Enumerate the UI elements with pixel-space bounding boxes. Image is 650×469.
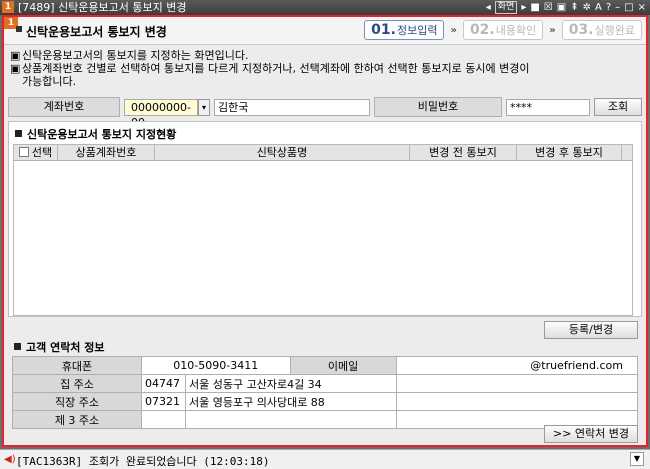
customer-name-field: 김한국 bbox=[214, 99, 370, 116]
notice-line: 상품계좌번호 건별로 선택하여 통보지를 다르게 지정하거나, 선택계좌에 한하… bbox=[22, 62, 530, 75]
notice-line: 신탁운용보고서의 통보지를 지정하는 화면입니다. bbox=[22, 49, 249, 62]
status-message: [TAC1363R] 조회가 완료되었습니다 (12:03:18) bbox=[16, 455, 270, 468]
step-content-confirm: 02. 내용확인 bbox=[462, 20, 544, 40]
col-after-header: 변경 후 통보지 bbox=[517, 145, 622, 160]
account-number-input[interactable]: 00000000-00 bbox=[124, 99, 198, 129]
col-select-header[interactable]: 선택 bbox=[14, 145, 58, 160]
grid-header: 선택 상품계좌번호 신탁상품명 변경 전 통보지 변경 후 통보지 bbox=[14, 145, 632, 161]
mobile-value: 010-5090-3411 bbox=[141, 356, 291, 375]
third-address bbox=[185, 410, 397, 429]
speaker-icon: ◀) bbox=[4, 454, 16, 465]
work-address-label: 직장 주소 bbox=[12, 392, 142, 411]
step-execute-complete: 03. 실행완료 bbox=[561, 20, 642, 40]
password-input[interactable]: **** bbox=[506, 99, 590, 116]
notice-line: 가능합니다. bbox=[22, 75, 77, 88]
bullet-icon: ▣ bbox=[10, 62, 21, 75]
inquiry-button[interactable]: 조회 bbox=[594, 98, 642, 116]
excel-icon[interactable]: ☒ bbox=[544, 1, 553, 14]
page-title: 신탁운용보고서 통보지 변경 bbox=[26, 25, 167, 39]
status-bar: ◀) [TAC1363R] 조회가 완료되었습니다 (12:03:18) ▼ bbox=[0, 449, 650, 469]
window-title: [7489] 신탁운용보고서 통보지 변경 bbox=[18, 1, 187, 14]
section-square-icon bbox=[14, 343, 21, 350]
next-window-icon[interactable]: ▸ bbox=[521, 1, 526, 14]
notice-box: ▣ 신탁운용보고서의 통보지를 지정하는 화면입니다. ▣ 상품계좌번호 건별로 선… bbox=[10, 49, 640, 88]
window-titlebar: 1 [7489] 신탁운용보고서 통보지 변경 ◂ 화면 ▸ ■ ☒ ▣ ⇞ ✲… bbox=[0, 0, 650, 15]
account-dropdown-icon[interactable]: ▾ bbox=[198, 99, 210, 116]
step-info-input: 01. 정보입력 bbox=[364, 20, 445, 40]
account-row: 계좌번호 00000000-00 ▾ 김한국 비밀번호 **** 조회 bbox=[8, 97, 642, 129]
help-icon[interactable]: ? bbox=[606, 1, 611, 14]
password-label: 비밀번호 bbox=[374, 97, 502, 117]
section-title-contact: 고객 연락처 정보 bbox=[14, 339, 105, 355]
email-label: 이메일 bbox=[289, 356, 397, 375]
col-product-header: 신탁상품명 bbox=[155, 145, 410, 160]
main-panel: 1 신탁운용보고서 통보지 변경 01. 정보입력 » 02. 내용확인 » 0… bbox=[2, 15, 648, 447]
window-controls: ◂ 화면 ▸ ■ ☒ ▣ ⇞ ✲ A ? – □ × bbox=[486, 1, 646, 14]
work-zip: 07321 bbox=[141, 392, 186, 411]
bullet-icon: ▣ bbox=[10, 49, 21, 62]
account-number-label: 계좌번호 bbox=[8, 97, 120, 117]
col-account-header: 상품계좌번호 bbox=[58, 145, 155, 160]
status-dropdown-icon[interactable]: ▼ bbox=[630, 452, 644, 466]
screen-hotkey-button[interactable]: 화면 bbox=[494, 1, 518, 14]
title-square-icon bbox=[16, 26, 22, 32]
step-indicator: 01. 정보입력 » 02. 내용확인 » 03. 실행완료 bbox=[364, 20, 642, 40]
maximize-icon[interactable]: □ bbox=[624, 1, 633, 14]
change-contact-button[interactable]: >> 연락처 변경 bbox=[544, 425, 638, 443]
home-address: 서울 성동구 고산자로4길 34 bbox=[185, 374, 397, 393]
home-address-label: 집 주소 bbox=[12, 374, 142, 393]
prev-window-icon[interactable]: ◂ bbox=[486, 1, 491, 14]
settings-icon[interactable]: ✲ bbox=[583, 1, 591, 14]
pin-icon[interactable]: ⇞ bbox=[570, 1, 578, 14]
font-size-icon[interactable]: A bbox=[595, 1, 602, 14]
email-value: @truefriend.com bbox=[395, 356, 639, 375]
print-icon[interactable]: ■ bbox=[530, 1, 539, 14]
select-all-checkbox[interactable] bbox=[18, 147, 29, 157]
work-address: 서울 영등포구 의사당대로 88 bbox=[185, 392, 397, 411]
section-square-icon bbox=[15, 130, 22, 137]
home-address-extra bbox=[395, 374, 639, 393]
work-address-extra bbox=[395, 392, 639, 411]
page-header: 1 신탁운용보고서 통보지 변경 01. 정보입력 » 02. 내용확인 » 0… bbox=[4, 17, 646, 45]
app-icon: 1 bbox=[2, 1, 14, 13]
mobile-label: 휴대폰 bbox=[12, 356, 142, 375]
notice-status-section: 신탁운용보고서 통보지 지정현황 선택 상품계좌번호 신탁상품명 변경 전 통보… bbox=[8, 121, 642, 317]
minimize-icon[interactable]: – bbox=[615, 1, 620, 14]
section-title-status: 신탁운용보고서 통보지 지정현황 bbox=[15, 126, 176, 142]
status-grid: 선택 상품계좌번호 신탁상품명 변경 전 통보지 변경 후 통보지 bbox=[13, 144, 633, 316]
contact-table: 휴대폰 010-5090-3411 이메일 @truefriend.com 집 … bbox=[12, 356, 639, 429]
col-before-header: 변경 전 통보지 bbox=[410, 145, 517, 160]
third-zip bbox=[141, 410, 186, 429]
step-arrow-icon: » bbox=[450, 24, 457, 36]
step-arrow-icon: » bbox=[549, 24, 556, 36]
close-icon[interactable]: × bbox=[638, 1, 646, 14]
home-zip: 04747 bbox=[141, 374, 186, 393]
capture-icon[interactable]: ▣ bbox=[557, 1, 566, 14]
third-address-label: 제 3 주소 bbox=[12, 410, 142, 429]
